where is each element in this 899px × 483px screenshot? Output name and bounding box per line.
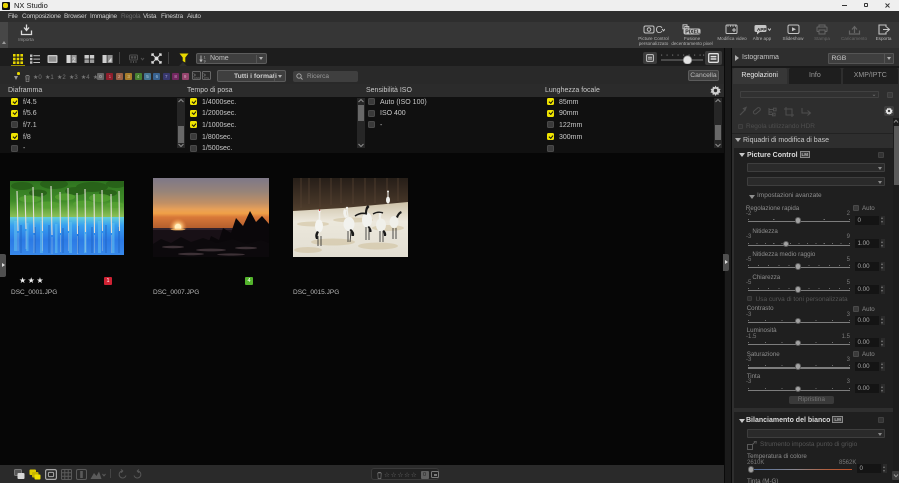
svg-text:9: 9 (204, 60, 206, 63)
svg-text:C: C (655, 25, 662, 35)
svg-text:PIXEL: PIXEL (685, 30, 701, 35)
svg-text:APP: APP (757, 27, 766, 32)
svg-text:JPG: JPG (204, 76, 209, 80)
svg-text:RAW: RAW (194, 76, 201, 80)
